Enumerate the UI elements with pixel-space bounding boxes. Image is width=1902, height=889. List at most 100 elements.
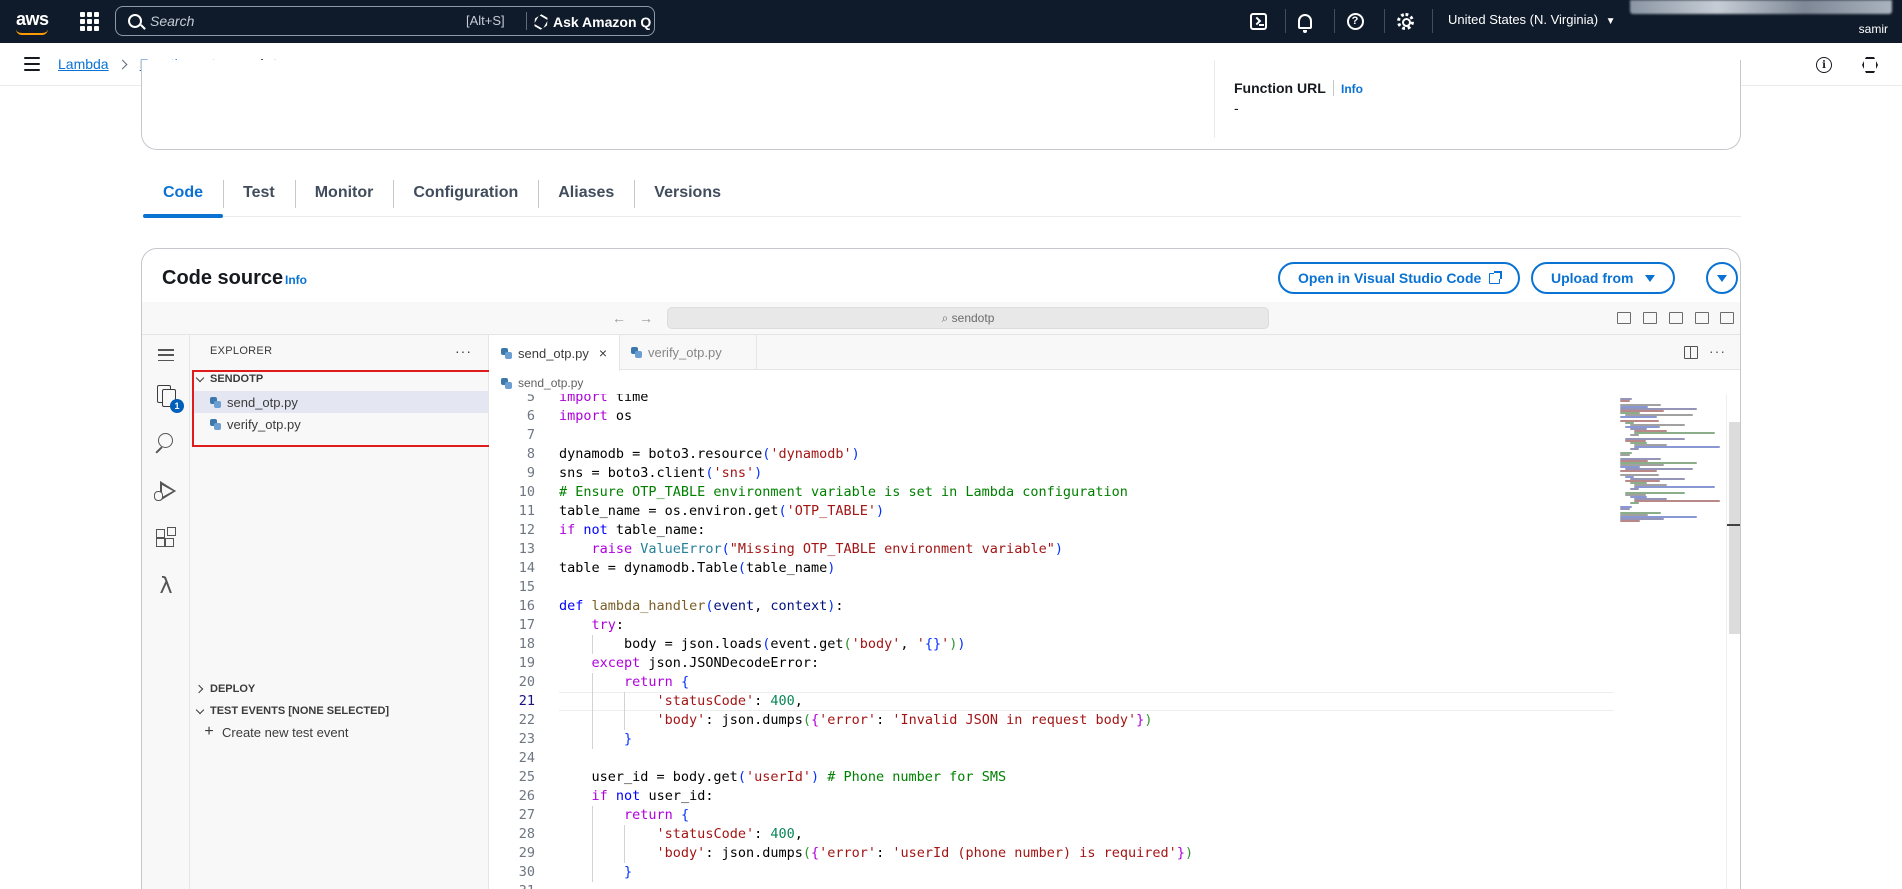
test-events-label: TEST EVENTS [NONE SELECTED]: [210, 705, 390, 717]
code-text: import os: [559, 408, 633, 424]
code-line[interactable]: 17 try:: [489, 616, 1614, 635]
run-and-debug-icon[interactable]: [154, 479, 178, 503]
code-line[interactable]: 18 body = json.loads(event.get('body', '…: [489, 635, 1614, 654]
code-line[interactable]: 19 except json.JSONDecodeError:: [489, 654, 1614, 673]
indent-guide: [591, 825, 593, 844]
settings-button[interactable]: [1394, 10, 1416, 32]
code-line[interactable]: 26 if not user_id:: [489, 787, 1614, 806]
code-line[interactable]: 10 # Ensure OTP_TABLE environment variabl…: [489, 483, 1614, 502]
indent-guide: [624, 692, 626, 711]
tab-test[interactable]: Test: [223, 178, 295, 217]
code-source-title: Code source: [162, 267, 284, 289]
code-line[interactable]: 21 'statusCode': 400,: [489, 692, 1614, 711]
code-line[interactable]: 20 return {: [489, 673, 1614, 692]
command-center-search[interactable]: ⌕ sendotp: [667, 307, 1269, 329]
aws-logo[interactable]: aws: [16, 9, 49, 35]
more-actions-button[interactable]: [1706, 262, 1738, 294]
open-in-vscode-button[interactable]: Open in Visual Studio Code: [1278, 262, 1521, 294]
amazon-q-panel-icon[interactable]: [1862, 57, 1878, 73]
scrollbar-thumb[interactable]: [1729, 422, 1740, 634]
editor-breadcrumb[interactable]: send_otp.py: [501, 376, 583, 390]
code-line[interactable]: 22 'body': json.dumps({'error': 'Invalid…: [489, 711, 1614, 730]
editor-scrollbar[interactable]: [1726, 394, 1740, 889]
username-label[interactable]: samir: [1859, 22, 1888, 36]
breadcrumb-lambda[interactable]: Lambda: [58, 56, 109, 72]
code-line[interactable]: 13 raise ValueError("Missing OTP_TABLE e…: [489, 540, 1614, 559]
toggle-secondary-sidebar-icon[interactable]: [1669, 312, 1683, 324]
code-line[interactable]: 25 user_id = body.get('userId') # Phone …: [489, 768, 1614, 787]
code-line[interactable]: 15: [489, 578, 1614, 597]
deploy-section[interactable]: DEPLOY: [194, 683, 255, 695]
test-events-section[interactable]: TEST EVENTS [NONE SELECTED]: [194, 705, 389, 717]
more-options-icon[interactable]: ···: [455, 343, 472, 359]
region-selector[interactable]: United States (N. Virginia) ▼: [1448, 12, 1616, 27]
close-icon[interactable]: ×: [599, 345, 607, 361]
customize-layout-icon[interactable]: [1695, 312, 1709, 324]
code-source-card: Code source Info Open in Visual Studio C…: [141, 248, 1741, 889]
services-menu-icon[interactable]: [80, 12, 99, 31]
explorer-sidebar: EXPLORER ··· SENDOTP send_otp.py verify_…: [190, 335, 492, 889]
code-line[interactable]: 8 dynamodb = boto3.resource('dynamodb'): [489, 445, 1614, 464]
toggle-panel-icon[interactable]: [1643, 312, 1657, 324]
code-line[interactable]: 12 if not table_name:: [489, 521, 1614, 540]
tab-code[interactable]: Code: [143, 178, 223, 218]
tab-versions[interactable]: Versions: [634, 178, 741, 217]
tab-monitor[interactable]: Monitor: [294, 178, 394, 217]
lambda-icon[interactable]: λ: [154, 575, 178, 599]
code-line[interactable]: 5 import time: [489, 394, 1614, 407]
indent-guide: [624, 711, 626, 730]
tab-aliases[interactable]: Aliases: [538, 178, 634, 217]
line-number: 16: [518, 598, 535, 614]
back-arrow-icon[interactable]: ←: [612, 310, 626, 326]
help-button[interactable]: ?: [1344, 10, 1366, 32]
upload-from-button[interactable]: Upload from: [1531, 262, 1676, 294]
code-line[interactable]: 28 'statusCode': 400,: [489, 825, 1614, 844]
side-nav-toggle-icon[interactable]: [24, 57, 40, 71]
function-url-info-link[interactable]: Info: [1341, 82, 1363, 96]
code-line[interactable]: 24: [489, 749, 1614, 768]
menu-icon[interactable]: [158, 349, 174, 361]
line-number: 8: [526, 446, 535, 462]
code-source-info-link[interactable]: Info: [285, 273, 307, 287]
code-lines[interactable]: 5 import time 6 import os 7 8 dynamodb = boto3…: [489, 394, 1614, 889]
line-number: 24: [518, 750, 535, 766]
extensions-icon[interactable]: [154, 527, 178, 551]
code-line[interactable]: 30 }: [489, 863, 1614, 882]
search-icon[interactable]: [154, 431, 178, 455]
info-panel-icon[interactable]: i: [1816, 57, 1832, 73]
plus-icon: +: [204, 723, 214, 740]
code-line[interactable]: 9 sns = boto3.client('sns'): [489, 464, 1614, 483]
editor-tab-send-otp[interactable]: send_otp.py ×: [489, 335, 621, 371]
code-line[interactable]: 27 return {: [489, 806, 1614, 825]
code-text: sns = boto3.client('sns'): [559, 465, 763, 481]
create-test-event-button[interactable]: + Create new test event: [202, 723, 348, 741]
code-text: dynamodb = boto3.resource('dynamodb'): [559, 446, 860, 462]
code-line[interactable]: 23 }: [489, 730, 1614, 749]
tab-configuration[interactable]: Configuration: [393, 178, 538, 217]
code-text: return {: [624, 807, 690, 823]
code-line[interactable]: 31: [489, 882, 1614, 889]
editor-tab-verify-otp[interactable]: verify_otp.py: [619, 335, 757, 370]
search-input[interactable]: [150, 11, 450, 31]
code-line[interactable]: 6 import os: [489, 407, 1614, 426]
ask-amazon-q-button[interactable]: Ask Amazon Q: [534, 12, 651, 32]
minimap[interactable]: [1614, 394, 1724, 889]
editor-area: send_otp.py × verify_otp.py ··· send_otp…: [489, 335, 1740, 889]
more-actions-icon[interactable]: ···: [1709, 343, 1726, 359]
code-line[interactable]: 29 'body': json.dumps({'error': 'userId …: [489, 844, 1614, 863]
notifications-button[interactable]: [1294, 10, 1316, 33]
nav-separator: [1334, 9, 1335, 33]
code-line[interactable]: 16 def lambda_handler(event, context):: [489, 597, 1614, 616]
split-editor-icon[interactable]: [1684, 346, 1698, 359]
minimap-line: [1629, 488, 1640, 490]
toggle-primary-sidebar-icon[interactable]: [1617, 312, 1631, 324]
explorer-files-icon[interactable]: 1: [154, 383, 184, 413]
code-line[interactable]: 14 table = dynamodb.Table(table_name): [489, 559, 1614, 578]
code-line[interactable]: 11 table_name = os.environ.get('OTP_TABLE…: [489, 502, 1614, 521]
maximize-editor-icon[interactable]: [1720, 312, 1734, 324]
global-search-box[interactable]: [Alt+S] Ask Amazon Q: [115, 6, 655, 36]
cloudshell-button[interactable]: [1247, 10, 1269, 32]
forward-arrow-icon[interactable]: →: [639, 310, 653, 326]
account-name-redacted[interactable]: [1630, 0, 1892, 14]
code-line[interactable]: 7: [489, 426, 1614, 445]
